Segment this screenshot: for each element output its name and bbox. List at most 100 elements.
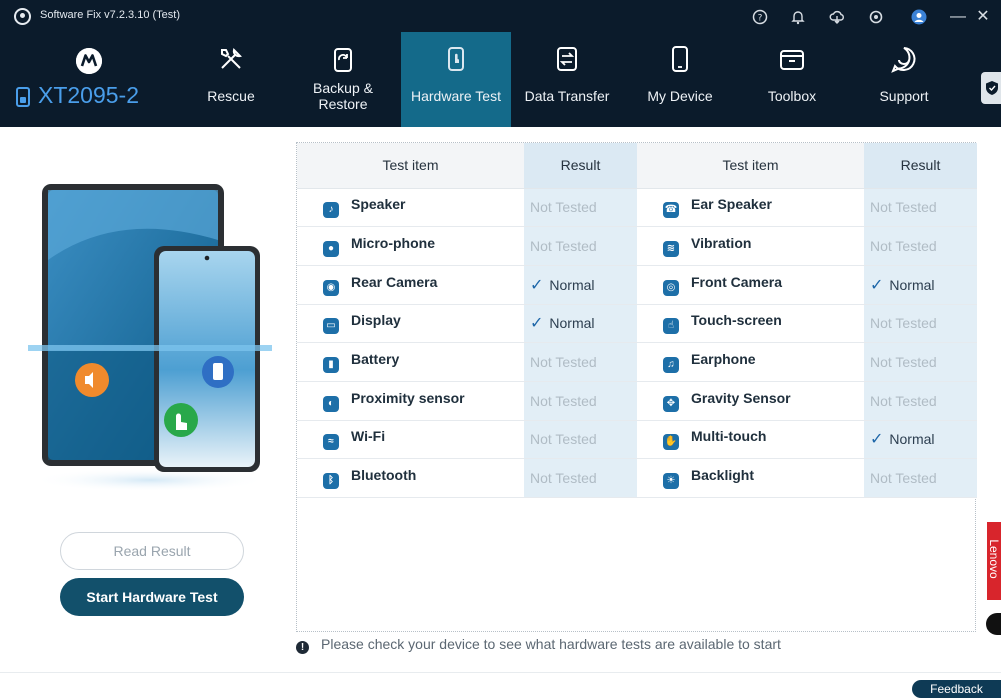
test-result-cell: Not Tested (864, 458, 977, 498)
test-item-label: Micro-phone (351, 235, 435, 252)
app-logo-icon (14, 8, 31, 25)
test-result-value: Not Tested (530, 354, 597, 371)
test-result-cell: Not Tested (864, 381, 977, 421)
main-navigation: XT2095-2 Rescue Backup & Restore Hardwar… (0, 32, 1001, 127)
battery-icon: ▮ (323, 357, 339, 374)
nav-backup-restore[interactable]: Backup & Restore (288, 32, 398, 127)
close-icon[interactable]: ✕ (975, 9, 991, 25)
test-item-cell: ≋ Vibration (637, 226, 864, 266)
nav-support[interactable]: Support (849, 32, 959, 127)
test-item-cell: ◉ Rear Camera (297, 265, 524, 305)
test-item-label: Rear Camera (351, 273, 438, 290)
test-item-label: Battery (351, 351, 400, 368)
test-item-cell: ▭ Display (297, 304, 524, 344)
nav-label: Rescue (207, 88, 255, 104)
nav-hardware-test[interactable]: Hardware Test (401, 32, 511, 127)
earphone-icon: ♫ (663, 357, 679, 374)
check-icon: ✓ (530, 315, 544, 333)
minimize-icon[interactable]: — (950, 9, 966, 25)
check-icon: ✓ (870, 276, 884, 294)
front-camera-icon: ◎ (663, 279, 679, 296)
nav-label: Hardware Test (410, 88, 501, 104)
multitouch-icon: ✋ (663, 434, 679, 451)
test-item-cell: ᛒ Bluetooth (297, 458, 524, 498)
svg-text:?: ? (758, 14, 763, 24)
test-item-cell: ≈ Wi-Fi (297, 420, 524, 460)
test-item-label: Touch-screen (691, 312, 782, 329)
column-header: Test item (297, 143, 524, 189)
check-icon: ✓ (530, 276, 544, 294)
rear-camera-icon: ◉ (323, 279, 339, 296)
test-item-cell: ♫ Earphone (637, 342, 864, 382)
phone-icon (665, 44, 695, 74)
proximity-icon: ◐ (323, 395, 339, 412)
test-result-cell: Not Tested (524, 420, 637, 460)
test-result-cell: Not Tested (524, 226, 637, 266)
nav-label: Toolbox (767, 88, 817, 104)
test-result-value: Not Tested (870, 199, 937, 216)
table-row: ◉ Rear Camera ✓ Normal ◎ Front Camera ✓ Normal (297, 265, 977, 305)
test-item-label: Front Camera (691, 273, 783, 290)
test-item-cell: ✋ Multi-touch (637, 420, 864, 460)
test-item-label: Ear Speaker (691, 196, 772, 213)
shield-icon (986, 81, 998, 95)
backlight-icon: ☀ (663, 473, 679, 490)
test-result-value: Normal (889, 431, 935, 448)
settings-icon[interactable] (868, 9, 884, 25)
hardware-test-table-area: Test item Result Test item Result ♪ Speak… (296, 142, 977, 632)
microphone-icon: ● (323, 241, 339, 258)
test-item-cell: ● Micro-phone (297, 226, 524, 266)
test-result-value: Not Tested (530, 238, 597, 255)
test-item-label: Proximity sensor (351, 389, 465, 406)
test-item-label: Earphone (691, 351, 756, 368)
bell-icon[interactable] (790, 9, 806, 25)
nav-my-device[interactable]: My Device (625, 32, 735, 127)
wifi-icon: ≈ (323, 434, 339, 451)
test-result-value: Normal (889, 276, 935, 293)
motorola-logo-icon (76, 48, 102, 74)
test-result-cell: ✓ Normal (864, 420, 977, 460)
check-icon: ✓ (870, 431, 884, 449)
test-item-label: Gravity Sensor (691, 389, 791, 406)
chat-icon (889, 44, 919, 74)
wrench-screwdriver-icon (216, 44, 246, 74)
column-header: Test item (637, 143, 864, 189)
nav-toolbox[interactable]: Toolbox (737, 32, 847, 127)
display-icon: ▭ (323, 318, 339, 335)
test-result-cell: Not Tested (864, 226, 977, 266)
test-result-value: Normal (549, 276, 595, 293)
test-result-cell: Not Tested (524, 342, 637, 382)
table-row: ▭ Display ✓ Normal ☝ Touch-screen Not Tested (297, 304, 977, 344)
motorola-mini-icon[interactable] (986, 613, 1001, 635)
info-text: Please check your device to see what har… (321, 636, 781, 652)
read-result-button[interactable]: Read Result (60, 532, 244, 570)
feedback-button[interactable]: Feedback (912, 680, 1001, 698)
hardware-test-table: Test item Result Test item Result ♪ Speak… (297, 143, 977, 498)
info-icon: ! (296, 641, 309, 654)
device-model: XT2095-2 (38, 82, 140, 108)
test-item-cell: ☀ Backlight (637, 458, 864, 498)
test-result-value: Not Tested (870, 238, 937, 255)
start-hardware-test-button[interactable]: Start Hardware Test (60, 578, 244, 616)
column-header: Result (524, 143, 637, 189)
touch-icon: ☝ (663, 318, 679, 335)
test-item-label: Display (351, 312, 401, 329)
nav-label: Data Transfer (524, 88, 610, 104)
test-result-cell: ✓ Normal (524, 265, 637, 305)
table-row: ▮ Battery Not Tested ♫ Earphone Not Tested (297, 342, 977, 382)
table-row: ● Micro-phone Not Tested ≋ Vibration Not Test… (297, 226, 977, 266)
nav-data-transfer[interactable]: Data Transfer (512, 32, 622, 127)
test-item-cell: ◎ Front Camera (637, 265, 864, 305)
help-icon[interactable]: ? (752, 9, 768, 25)
vibration-icon: ≋ (663, 241, 679, 258)
shield-badge[interactable] (981, 72, 1001, 104)
test-item-cell: ✥ Gravity Sensor (637, 381, 864, 421)
toolbox-icon (777, 44, 807, 74)
user-icon[interactable] (911, 9, 927, 25)
nav-rescue[interactable]: Rescue (176, 32, 286, 127)
lenovo-side-tab[interactable]: Lenovo (987, 522, 1001, 600)
table-row: ≈ Wi-Fi Not Tested ✋ Multi-touch ✓ Normal (297, 420, 977, 460)
cloud-download-icon[interactable] (829, 9, 845, 25)
title-bar: Software Fix v7.2.3.10 (Test) ? — ✕ (0, 0, 1001, 32)
nav-label: Backup & Restore (313, 80, 373, 112)
